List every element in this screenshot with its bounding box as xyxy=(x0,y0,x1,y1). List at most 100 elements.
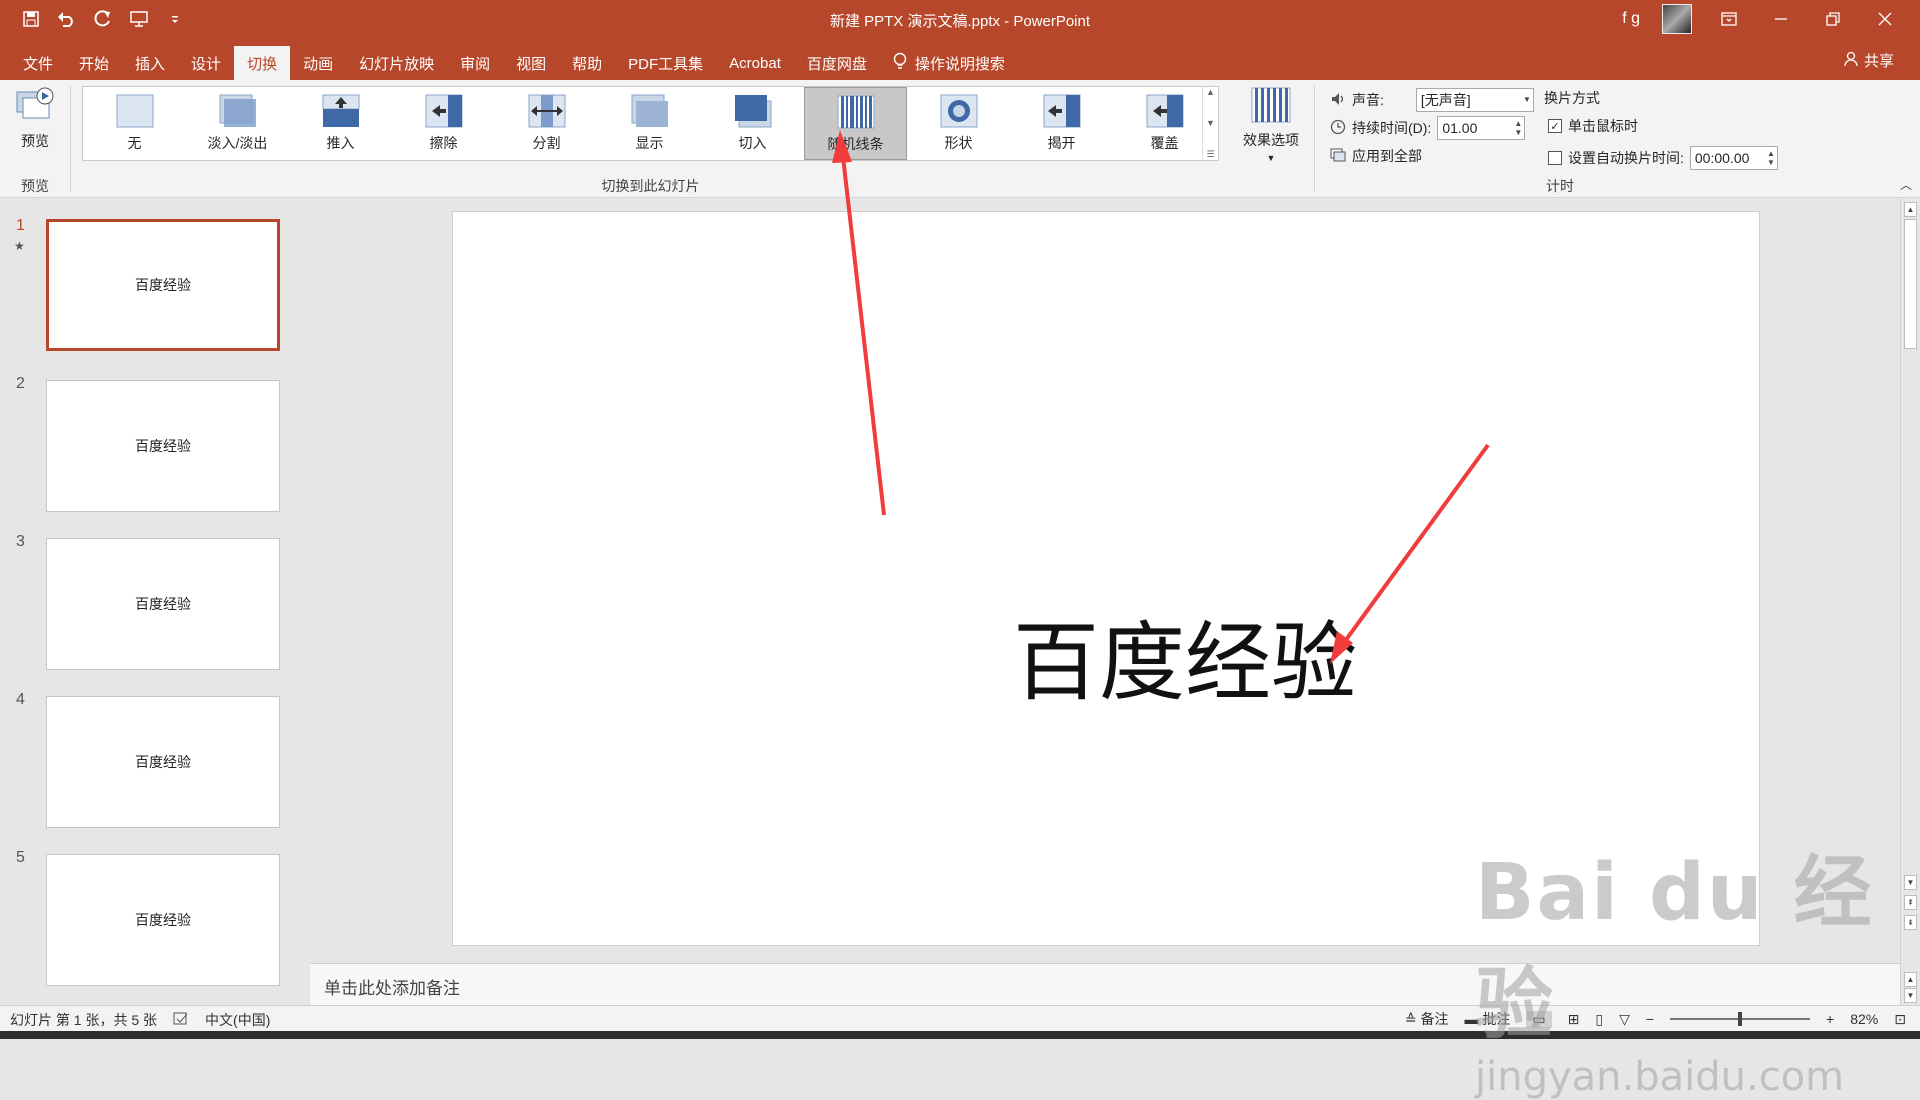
fit-to-window-icon[interactable]: ⊡ xyxy=(1894,1011,1906,1028)
effect-options-button[interactable]: 效果选项 ▼ xyxy=(1236,86,1306,166)
transition-none[interactable]: 无 xyxy=(83,87,186,160)
transition-label: 随机线条 xyxy=(827,136,884,152)
transition-cover[interactable]: 覆盖 xyxy=(1113,87,1216,160)
scroll-down-icon[interactable]: ▼ xyxy=(1904,875,1917,890)
transition-split[interactable]: 分割 xyxy=(495,87,598,160)
zoom-out-icon[interactable]: − xyxy=(1646,1011,1654,1027)
notes-placeholder: 单击此处添加备注 xyxy=(324,979,460,998)
slide-thumbnail-4[interactable]: 百度经验 xyxy=(46,696,280,828)
duration-input[interactable]: 01.00 ▲ ▼ xyxy=(1437,116,1526,140)
slideshow-view-icon[interactable]: ▽ xyxy=(1619,1011,1630,1028)
user-name[interactable]: f g xyxy=(1622,10,1640,28)
transition-fade[interactable]: 淡入/淡出 xyxy=(186,87,289,160)
preview-icon xyxy=(15,86,55,127)
slide-title-text[interactable]: 百度经验 xyxy=(1013,592,1357,717)
notes-scroll-down-icon[interactable]: ▼ xyxy=(1904,988,1917,1003)
reading-view-icon[interactable]: ▯ xyxy=(1595,1011,1603,1028)
share-button[interactable]: 共享 xyxy=(1844,50,1894,71)
language-status[interactable]: 中文(中国) xyxy=(205,1010,270,1030)
notes-toggle-button[interactable]: ≙ 备注 xyxy=(1405,1009,1449,1029)
transition-reveal-icon xyxy=(630,93,670,129)
slide-thumbnail-5[interactable]: 百度经验 xyxy=(46,854,280,986)
thumbnail-text: 百度经验 xyxy=(135,912,191,928)
zoom-slider-knob[interactable] xyxy=(1738,1012,1743,1026)
sound-dropdown[interactable]: [无声音] ▼ xyxy=(1415,88,1534,112)
on-click-label: 单击鼠标时 xyxy=(1568,118,1638,134)
tab-pdf-tools[interactable]: PDF工具集 xyxy=(615,46,716,80)
on-click-checkbox[interactable]: ✓ 单击鼠标时 xyxy=(1548,116,1638,136)
transition-label: 揭开 xyxy=(1047,135,1076,151)
zoom-slider[interactable] xyxy=(1670,1012,1811,1026)
notes-scroll-up-icon[interactable]: ▲ xyxy=(1904,972,1917,987)
transition-wipe[interactable]: 擦除 xyxy=(392,87,495,160)
slide-count-status: 幻灯片 第 1 张，共 5 张 xyxy=(10,1012,158,1028)
slide-thumbnail-2[interactable]: 百度经验 xyxy=(46,380,280,512)
tab-help[interactable]: 帮助 xyxy=(559,46,615,80)
transition-cut[interactable]: 切入 xyxy=(701,87,804,160)
ribbon-display-options-icon[interactable] xyxy=(1714,4,1744,34)
tab-baidu-netdisk[interactable]: 百度网盘 xyxy=(794,46,880,80)
transition-push[interactable]: 推入 xyxy=(289,87,392,160)
zoom-in-icon[interactable]: + xyxy=(1826,1011,1834,1027)
tab-design[interactable]: 设计 xyxy=(178,46,234,80)
transition-shape[interactable]: 形状 xyxy=(907,87,1010,160)
sound-row: 声音: [无声音] ▼ xyxy=(1330,88,1534,112)
next-slide-icon[interactable]: ⇟ xyxy=(1904,915,1917,930)
scrollbar-thumb[interactable] xyxy=(1904,219,1917,349)
tell-me-search[interactable]: 操作说明搜索 xyxy=(880,46,1018,80)
gallery-scroll[interactable]: ▲ ▼ ☰ xyxy=(1202,87,1218,160)
spellcheck-icon[interactable] xyxy=(173,1012,189,1029)
apply-all-button[interactable]: 应用到全部 xyxy=(1330,146,1422,166)
vertical-scrollbar[interactable]: ▲ ▼ ⇞ ⇟ ▲ ▼ xyxy=(1900,199,1920,1005)
tab-transitions[interactable]: 切换 xyxy=(234,46,291,80)
spinner-icon[interactable]: ▲ ▼ xyxy=(1767,149,1775,167)
scroll-up-icon[interactable]: ▲ xyxy=(1904,202,1917,217)
comments-toggle-button[interactable]: ▬ 批注 xyxy=(1465,1009,1511,1029)
tab-insert[interactable]: 插入 xyxy=(122,46,178,80)
transition-random-bars[interactable]: 随机线条 xyxy=(804,87,907,160)
transition-uncover[interactable]: 揭开 xyxy=(1010,87,1113,160)
tab-home[interactable]: 开始 xyxy=(66,46,122,80)
collapse-ribbon-icon[interactable]: ︿ xyxy=(1900,176,1912,193)
transition-none-icon xyxy=(115,93,155,129)
transition-label: 形状 xyxy=(944,135,973,151)
spinner-icon[interactable]: ▲ ▼ xyxy=(1514,119,1522,137)
transition-random-bars-icon xyxy=(836,94,876,130)
tab-file[interactable]: 文件 xyxy=(10,46,66,80)
restore-icon[interactable] xyxy=(1818,4,1848,34)
ribbon-transitions: 预览 预览 无 淡入/淡出 推入 擦除 分割 显示 切入 随机线条 形状 揭开 … xyxy=(0,80,1920,198)
normal-view-icon[interactable]: ▭ xyxy=(1526,1010,1552,1028)
transition-cut-icon xyxy=(733,93,773,129)
previous-slide-icon[interactable]: ⇞ xyxy=(1904,895,1917,910)
auto-after-input[interactable]: 00:00.00 ▲ ▼ xyxy=(1689,146,1778,170)
minimize-icon[interactable] xyxy=(1766,4,1796,34)
slide-sorter-icon[interactable]: ⊞ xyxy=(1568,1011,1580,1028)
share-label: 共享 xyxy=(1863,53,1894,70)
tab-animations[interactable]: 动画 xyxy=(290,46,346,80)
current-slide[interactable]: 百度经验 xyxy=(452,211,1760,946)
tab-acrobat[interactable]: Acrobat xyxy=(716,46,794,80)
gallery-more-icon[interactable]: ☰ xyxy=(1206,149,1214,160)
group-preview-label: 预览 xyxy=(21,178,49,194)
tab-slideshow[interactable]: 幻灯片放映 xyxy=(346,46,447,80)
auto-after-checkbox[interactable] xyxy=(1548,151,1562,165)
slide-number: 1 xyxy=(16,217,25,234)
thumbnail-text: 百度经验 xyxy=(135,596,191,612)
avatar[interactable] xyxy=(1662,4,1692,34)
transition-reveal[interactable]: 显示 xyxy=(598,87,701,160)
effect-options-label: 效果选项 xyxy=(1243,132,1299,148)
gallery-down-icon[interactable]: ▼ xyxy=(1206,118,1215,128)
tab-review[interactable]: 审阅 xyxy=(447,46,503,80)
close-icon[interactable] xyxy=(1870,4,1900,34)
transition-push-icon xyxy=(321,93,361,129)
thumbnail-text: 百度经验 xyxy=(135,754,191,770)
duration-label: 持续时间(D): xyxy=(1352,120,1432,136)
checkbox-checked-icon[interactable]: ✓ xyxy=(1548,119,1562,133)
gallery-up-icon[interactable]: ▲ xyxy=(1206,87,1215,97)
zoom-level[interactable]: 82% xyxy=(1850,1011,1878,1027)
slide-thumbnail-3[interactable]: 百度经验 xyxy=(46,538,280,670)
preview-button[interactable]: 预览 xyxy=(10,86,60,156)
tab-view[interactable]: 视图 xyxy=(503,46,559,80)
notes-pane[interactable]: 单击此处添加备注 xyxy=(310,963,1900,1005)
slide-thumbnail-1[interactable]: 百度经验 xyxy=(46,219,280,351)
